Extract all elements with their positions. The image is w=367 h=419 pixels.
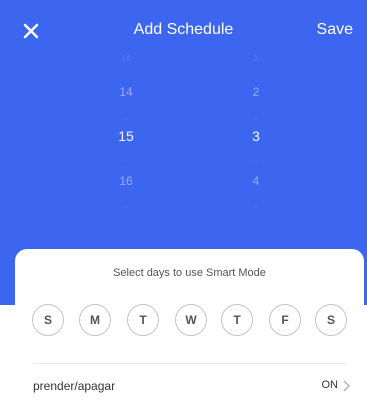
day-button-friday[interactable]: F <box>269 304 301 336</box>
minute-option-faint: 1 <box>253 54 259 63</box>
save-button[interactable]: Save <box>317 21 353 39</box>
day-button-monday[interactable]: M <box>79 304 111 336</box>
page-title: Add Schedule <box>133 21 234 38</box>
hour-option-next: 16 <box>119 174 133 188</box>
minute-wheel-tick: - <box>254 156 258 165</box>
hour-option-prev: 14 <box>119 85 133 99</box>
day-button-wednesday[interactable]: W <box>175 304 207 336</box>
hour-option-selected: 15 <box>118 128 134 144</box>
day-button-tuesday[interactable]: T <box>127 304 159 336</box>
action-row[interactable]: prender/apagar ON <box>33 367 350 409</box>
day-selector: S M T W T F S <box>15 304 364 340</box>
minute-option-prev: 2 <box>252 85 260 99</box>
chevron-right-icon <box>343 380 350 392</box>
minute-option-next: 4 <box>252 174 260 188</box>
smart-mode-sheet: Select days to use Smart Mode S M T W T … <box>15 249 364 419</box>
hour-wheel-tick: - <box>124 156 128 165</box>
hour-wheel-tick: - <box>124 202 128 211</box>
action-label: prender/apagar <box>33 379 116 393</box>
days-caption: Select days to use Smart Mode <box>113 267 266 279</box>
action-value: ON <box>321 379 339 391</box>
minute-wheel-tick: - <box>254 114 258 123</box>
minute-option-selected: 3 <box>252 128 260 144</box>
minute-wheel-tick: - <box>254 202 258 211</box>
minute-wheel[interactable]: 1 2 - 3 - 4 - <box>226 50 286 230</box>
hour-wheel[interactable]: 14 14 - 15 - 16 - <box>96 50 156 230</box>
day-button-thursday[interactable]: T <box>221 304 253 336</box>
day-button-sunday[interactable]: S <box>32 304 64 336</box>
day-button-saturday[interactable]: S <box>315 304 347 336</box>
hour-wheel-tick: - <box>124 114 128 123</box>
time-picker: 14 14 - 15 - 16 - 1 2 - 3 - 4 - <box>0 50 367 230</box>
divider <box>33 363 346 364</box>
hour-option-faint: 14 <box>121 54 131 63</box>
